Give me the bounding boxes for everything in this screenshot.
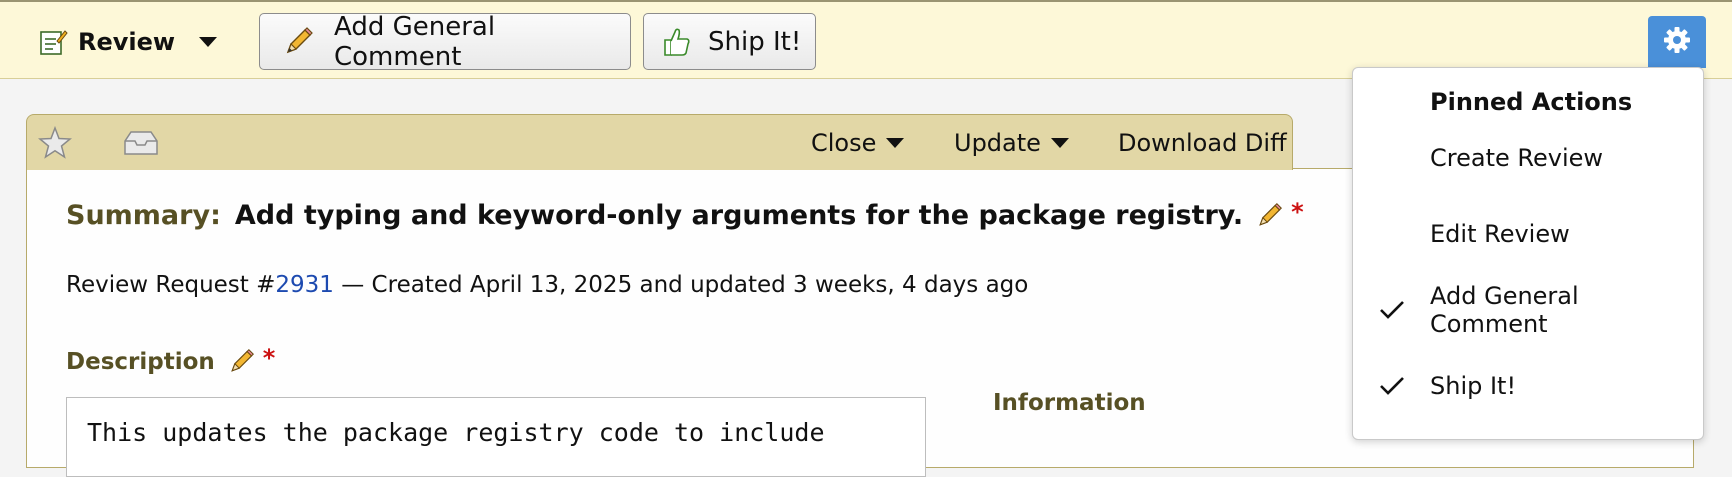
required-marker: * [262, 344, 276, 372]
inbox-icon[interactable] [123, 129, 159, 157]
menu-item-ship-it[interactable]: Ship It! [1353, 361, 1703, 411]
menu-item-label: Edit Review [1430, 220, 1570, 248]
description-label: Description [66, 349, 215, 375]
review-menu[interactable]: Review [38, 24, 218, 60]
information-heading: Information [993, 390, 1146, 416]
star-icon[interactable] [37, 125, 73, 161]
review-menu-label: Review [78, 28, 176, 56]
menu-item-label: Ship It! [1430, 372, 1517, 400]
thumbs-up-icon [660, 26, 692, 58]
pinned-actions-menu: Pinned Actions Create Review Edit Review… [1352, 67, 1704, 440]
summary-text: Add typing and keyword-only arguments fo… [234, 200, 1244, 231]
summary-label: Summary: [66, 200, 221, 231]
add-general-comment-label: Add General Comment [334, 11, 496, 72]
menu-item-label: Create Review [1430, 144, 1604, 172]
update-menu[interactable]: Update [954, 129, 1069, 157]
summary-field: Summary: Add typing and keyword-only arg… [66, 197, 1304, 232]
menu-item-add-general-comment[interactable]: Add General Comment [1353, 282, 1703, 338]
download-diff-link[interactable]: Download Diff [1118, 129, 1287, 157]
ship-it-label: Ship It! [708, 26, 802, 57]
review-request-id-link[interactable]: 2931 [275, 272, 334, 298]
meta-prefix: Review Request # [66, 272, 276, 298]
add-general-comment-button[interactable]: Add General Comment [259, 11, 631, 72]
menu-item-label: Add General Comment [1430, 282, 1579, 338]
description-heading: Description * [66, 344, 275, 376]
edit-pencil-icon[interactable] [1255, 202, 1283, 230]
pencil-icon [282, 26, 314, 58]
review-document-icon [38, 27, 68, 57]
checkmark-icon [1377, 371, 1407, 401]
gear-icon [1662, 25, 1692, 59]
chevron-down-icon [199, 37, 218, 47]
download-diff-label: Download Diff [1118, 129, 1287, 157]
chevron-down-icon [1050, 138, 1069, 148]
chevron-down-icon [886, 138, 905, 148]
pinned-actions-header: Pinned Actions [1430, 88, 1633, 116]
settings-button[interactable] [1648, 16, 1706, 68]
update-menu-label: Update [954, 129, 1041, 157]
required-marker: * [1291, 197, 1304, 226]
menu-item-create-review[interactable]: Create Review [1353, 133, 1703, 183]
ship-it-button[interactable]: Ship It! [643, 13, 816, 70]
description-text[interactable]: This updates the package registry code t… [66, 397, 926, 477]
close-menu-label: Close [811, 129, 877, 157]
meta-suffix: — Created April 13, 2025 and updated 3 w… [333, 272, 1029, 298]
review-request-tabs: Close Update Download Diff [26, 114, 1293, 170]
review-request-meta: Review Request #2931 — Created April 13,… [66, 272, 1028, 298]
edit-pencil-icon[interactable] [227, 348, 255, 376]
close-menu[interactable]: Close [811, 129, 905, 157]
checkmark-icon [1377, 295, 1407, 325]
menu-item-edit-review[interactable]: Edit Review [1353, 209, 1703, 259]
